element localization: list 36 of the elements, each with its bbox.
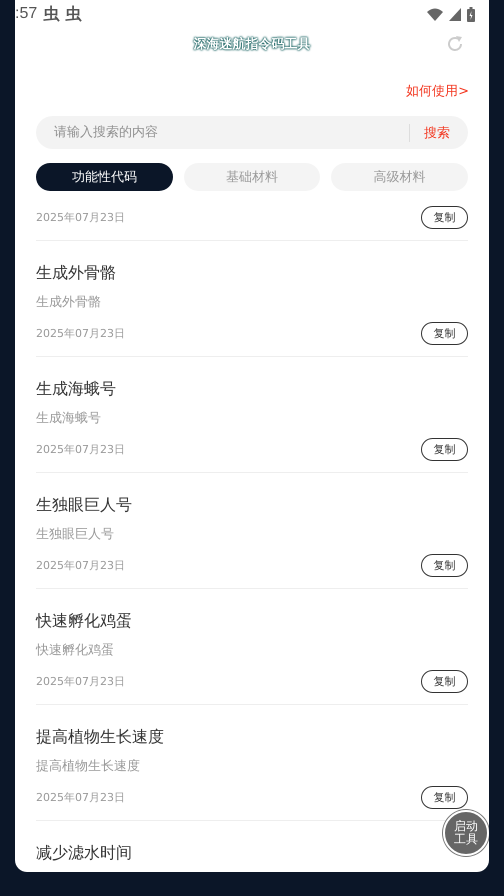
- item-title: 快速孵化鸡蛋: [36, 611, 133, 632]
- signal-icon: [449, 8, 461, 20]
- item-date: 2025年07月23日: [36, 674, 125, 689]
- item-title: 生独眼巨人号: [36, 495, 133, 516]
- item-title: 生成海蛾号: [36, 379, 117, 400]
- copy-button[interactable]: 复制: [421, 554, 468, 577]
- battery-icon: [467, 6, 475, 22]
- item-date: 2025年07月23日: [36, 326, 125, 341]
- search-field[interactable]: 请输入搜索的内容 搜索: [36, 116, 468, 149]
- refresh-icon[interactable]: [445, 34, 465, 54]
- copy-button[interactable]: 复制: [421, 438, 468, 461]
- copy-button[interactable]: 复制: [421, 786, 468, 809]
- item-title: 提高植物生长速度: [36, 727, 165, 748]
- item-subtitle: 提高植物生长速度: [36, 758, 141, 775]
- status-time: :57: [15, 5, 38, 23]
- launch-tool-button[interactable]: 启动 工具: [443, 810, 489, 856]
- copy-button[interactable]: 复制: [421, 322, 468, 345]
- item-date: 2025年07月23日: [36, 442, 125, 457]
- copy-button[interactable]: 复制: [421, 206, 468, 229]
- item-title: 减少滤水时间: [36, 843, 133, 864]
- item-subtitle: 生成外骨骼: [36, 294, 102, 311]
- item-title: 生成外骨骼: [36, 263, 117, 284]
- notification-icon: 虫: [43, 4, 60, 24]
- item-subtitle: 快速孵化鸡蛋: [36, 642, 115, 659]
- item-subtitle: 生独眼巨人号: [36, 526, 115, 543]
- search-button[interactable]: 搜索: [424, 124, 450, 142]
- help-link[interactable]: 如何使用>: [406, 82, 469, 100]
- wifi-icon: [427, 8, 443, 20]
- tab[interactable]: 功能性代码: [36, 163, 173, 191]
- app-title: 深海迷航指令码工具: [194, 35, 310, 53]
- copy-button[interactable]: 复制: [421, 670, 468, 693]
- item-date: 2025年07月23日: [36, 558, 125, 573]
- notification-icon: 虫: [65, 4, 82, 24]
- item-date: 2025年07月23日: [36, 790, 125, 805]
- item-date: 2025年07月23日: [36, 210, 125, 225]
- item-subtitle: 生成海蛾号: [36, 410, 102, 427]
